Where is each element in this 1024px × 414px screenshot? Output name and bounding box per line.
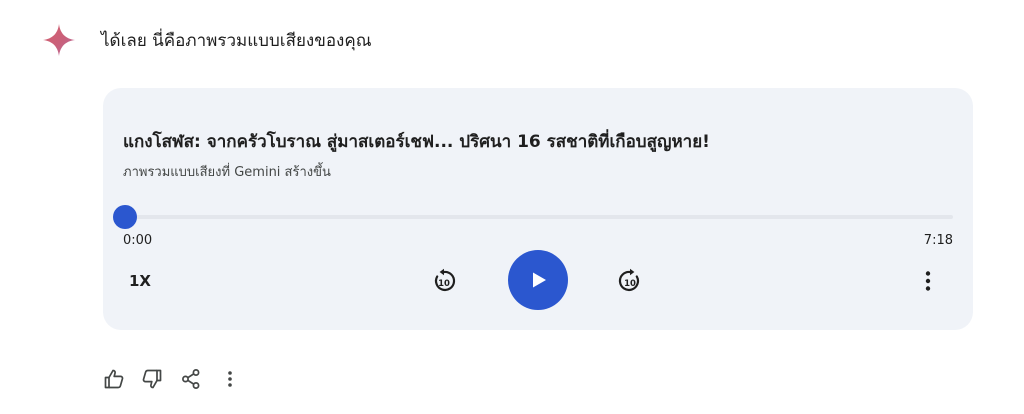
audio-overview-card: แกงโสฬส: จากครัวโบราณ สู่มาสเตอร์เชฟ... …: [103, 88, 973, 330]
forward-10-icon[interactable]: 10: [616, 267, 644, 295]
progress-thumb[interactable]: [113, 205, 137, 229]
thumb-up-icon[interactable]: [103, 368, 125, 390]
rewind-seconds-label: 10: [438, 279, 450, 289]
gemini-response: ได้เลย นี่คือภาพรวมแบบเสียงของคุณ แกงโสฬ…: [0, 0, 1024, 414]
share-icon[interactable]: [180, 368, 202, 390]
play-button[interactable]: [508, 250, 568, 310]
progress-track[interactable]: [125, 215, 953, 219]
rewind-10-icon[interactable]: 10: [430, 267, 458, 295]
duration: 7:18: [923, 233, 953, 248]
thumb-down-icon[interactable]: [141, 368, 163, 390]
forward-seconds-label: 10: [624, 279, 636, 289]
audio-title: แกงโสฬส: จากครัวโบราณ สู่มาสเตอร์เชฟ... …: [123, 132, 710, 152]
more-vert-icon[interactable]: [918, 269, 938, 293]
playback-speed-button[interactable]: 1X: [129, 269, 151, 293]
audio-subtitle: ภาพรวมแบบเสียงที่ Gemini สร้างขึ้น: [123, 165, 331, 180]
play-icon: [533, 272, 546, 288]
gemini-spark-icon: [43, 24, 75, 56]
current-time: 0:00: [123, 233, 153, 248]
assistant-message: ได้เลย นี่คือภาพรวมแบบเสียงของคุณ: [101, 31, 372, 51]
more-vert-icon[interactable]: [223, 368, 237, 390]
